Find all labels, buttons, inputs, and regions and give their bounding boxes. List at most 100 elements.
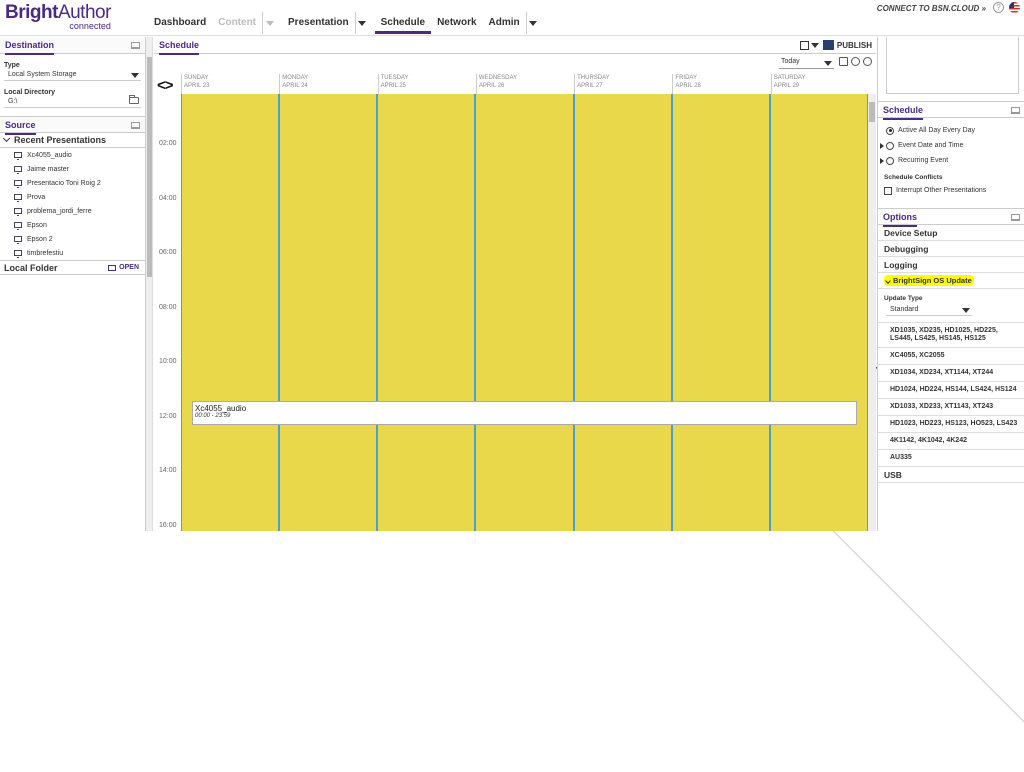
day-date: APRIL 27 bbox=[577, 83, 603, 89]
usb-row[interactable]: USB bbox=[878, 467, 1024, 483]
recurring-label: Recurring Event bbox=[898, 157, 949, 164]
minimize-icon[interactable] bbox=[1011, 107, 1020, 114]
today-value: Today bbox=[781, 58, 800, 65]
schedule-event[interactable]: Xc4055_audio 00:00 - 23:59 bbox=[192, 401, 857, 425]
day-name: FRIDAY bbox=[675, 75, 697, 81]
day-column[interactable] bbox=[575, 94, 673, 531]
zoom-out-icon[interactable] bbox=[863, 57, 872, 66]
help-icon[interactable]: ? bbox=[993, 2, 1004, 13]
nav-presentation[interactable]: Presentation bbox=[282, 12, 355, 34]
nav-content[interactable]: Content bbox=[212, 12, 262, 34]
day-column[interactable] bbox=[771, 94, 869, 531]
source-title: Source bbox=[5, 120, 36, 135]
day-column[interactable] bbox=[476, 94, 575, 531]
zoom-in-icon[interactable] bbox=[851, 57, 860, 66]
recent-presentation-item[interactable]: problema_jordi_ferre bbox=[0, 204, 145, 218]
radio-recurring[interactable]: Recurring Event bbox=[878, 153, 1024, 168]
publish-icon[interactable] bbox=[822, 40, 834, 50]
model-group-row[interactable]: AU335 bbox=[878, 450, 1024, 467]
recent-presentation-label: Prova bbox=[27, 193, 46, 201]
calendar-icon[interactable] bbox=[839, 57, 848, 66]
local-folder-title: Local Folder bbox=[4, 262, 58, 273]
interrupt-checkbox-row[interactable]: Interrupt Other Presentations bbox=[878, 183, 1024, 198]
time-label: 12:00 bbox=[159, 412, 177, 420]
presentation-dropdown-icon[interactable] bbox=[354, 12, 369, 34]
update-type-select[interactable]: Standard bbox=[886, 304, 972, 316]
day-column[interactable] bbox=[673, 94, 771, 531]
day-column[interactable] bbox=[280, 94, 379, 531]
recent-presentations-header[interactable]: Recent Presentations bbox=[0, 133, 145, 148]
os-update-row[interactable]: BrightSign OS Update bbox=[878, 273, 1024, 289]
type-select[interactable]: Local System Storage bbox=[4, 69, 141, 81]
minimize-icon[interactable] bbox=[131, 122, 140, 129]
nav-schedule[interactable]: Schedule bbox=[374, 12, 432, 34]
logging-row[interactable]: Logging bbox=[878, 257, 1024, 273]
left-scrollbar[interactable] bbox=[146, 37, 153, 531]
recent-presentation-item[interactable]: Jaime master bbox=[0, 162, 145, 176]
time-label: 10:00 bbox=[159, 358, 177, 365]
logo-text: Author bbox=[57, 2, 111, 23]
recent-presentation-item[interactable]: Presentacio Toni Roig 2 bbox=[0, 176, 145, 190]
day-column[interactable] bbox=[378, 94, 477, 531]
model-group-row[interactable]: 4K1142, 4K1042, 4K242 bbox=[878, 433, 1024, 450]
content-dropdown-icon[interactable] bbox=[262, 12, 276, 34]
schedule-options-title: Schedule bbox=[883, 105, 924, 120]
monitor-icon bbox=[14, 222, 22, 230]
nav-admin[interactable]: Admin bbox=[483, 12, 526, 34]
day-column[interactable] bbox=[182, 94, 281, 531]
recent-presentation-item[interactable]: Epson 2 bbox=[0, 232, 145, 246]
nav-network[interactable]: Network bbox=[431, 12, 482, 34]
local-folder-header[interactable]: Local Folder OPEN bbox=[0, 260, 1024, 772]
type-value: Local System Storage bbox=[8, 71, 77, 78]
schedule-panel: Schedule PUBLISH Today <> SUNDAY APRIL 23… bbox=[154, 37, 876, 531]
model-group-row[interactable]: HD1024, HD224, HS144, LS424, HS124 bbox=[878, 382, 1024, 399]
source-header: Source bbox=[0, 116, 145, 135]
today-select[interactable]: Today bbox=[779, 58, 834, 69]
expand-icon[interactable] bbox=[880, 157, 884, 164]
recent-presentation-label: timbrefestiu bbox=[27, 249, 64, 257]
calendar-grid[interactable] bbox=[181, 94, 869, 531]
publish-button[interactable]: PUBLISH bbox=[837, 41, 872, 50]
time-label: 04:00 bbox=[159, 194, 177, 202]
recent-presentation-label: Jaime master bbox=[27, 165, 70, 173]
connect-bsn-link[interactable]: CONNECT TO BSN.CLOUD » bbox=[877, 4, 986, 13]
us-flag-icon[interactable] bbox=[1009, 2, 1020, 13]
save-icon[interactable] bbox=[799, 40, 809, 50]
folder-icon[interactable] bbox=[129, 95, 139, 104]
minimize-icon[interactable] bbox=[1011, 214, 1020, 221]
local-directory-field[interactable]: G:\ bbox=[4, 95, 141, 108]
minimize-icon[interactable] bbox=[131, 42, 140, 49]
save-dropdown-icon[interactable] bbox=[810, 42, 819, 48]
logging-label: Logging bbox=[884, 259, 918, 270]
time-label: 16:00 bbox=[159, 521, 177, 529]
day-date: APRIL 28 bbox=[675, 83, 701, 89]
radio-off-icon bbox=[886, 141, 894, 150]
model-group-row[interactable]: HD1023, HD223, HS123, HO523, LS423 bbox=[878, 416, 1024, 433]
admin-dropdown-icon[interactable] bbox=[525, 12, 540, 34]
expand-icon[interactable] bbox=[880, 142, 884, 149]
model-group-row[interactable]: XD1034, XD234, XT1144, XT244 bbox=[878, 365, 1024, 382]
recent-presentation-item[interactable]: Epson bbox=[0, 218, 145, 232]
model-group-row[interactable]: XC4055, XC2055 bbox=[878, 348, 1024, 365]
recent-presentation-item[interactable]: Xc4055_audio bbox=[0, 148, 145, 162]
day-name: MONDAY bbox=[282, 75, 309, 81]
day-header: MONDAY APRIL 24 bbox=[279, 74, 377, 94]
recent-presentation-label: Presentacio Toni Roig 2 bbox=[27, 179, 101, 187]
update-type-label: Update Type bbox=[884, 295, 923, 302]
recent-presentation-label: Epson 2 bbox=[27, 235, 53, 243]
week-nav-arrows[interactable]: <> bbox=[157, 77, 174, 94]
model-group-label: XD1033, XD233, XT1143, XT243 bbox=[890, 403, 994, 410]
recent-presentation-item[interactable]: Prova bbox=[0, 190, 145, 204]
device-setup-row[interactable]: Device Setup bbox=[878, 225, 1024, 241]
debugging-label: Debugging bbox=[884, 243, 929, 254]
debugging-row[interactable]: Debugging bbox=[878, 241, 1024, 257]
nav-dashboard[interactable]: Dashboard bbox=[148, 12, 212, 34]
calendar-scrollbar[interactable] bbox=[868, 94, 876, 531]
model-group-row[interactable]: XD1035, XD235, HD1025, HD225, LS445, LS4… bbox=[878, 323, 1024, 348]
checkbox-icon[interactable] bbox=[884, 186, 892, 195]
recent-presentation-item[interactable]: timbrefestiu bbox=[0, 246, 145, 260]
radio-all-day[interactable]: Active All Day Every Day bbox=[878, 123, 1024, 138]
radio-event-date[interactable]: Event Date and Time bbox=[878, 138, 1024, 153]
model-group-row[interactable]: XD1033, XD233, XT1143, XT243 bbox=[878, 399, 1024, 416]
open-button[interactable]: OPEN bbox=[108, 264, 139, 271]
